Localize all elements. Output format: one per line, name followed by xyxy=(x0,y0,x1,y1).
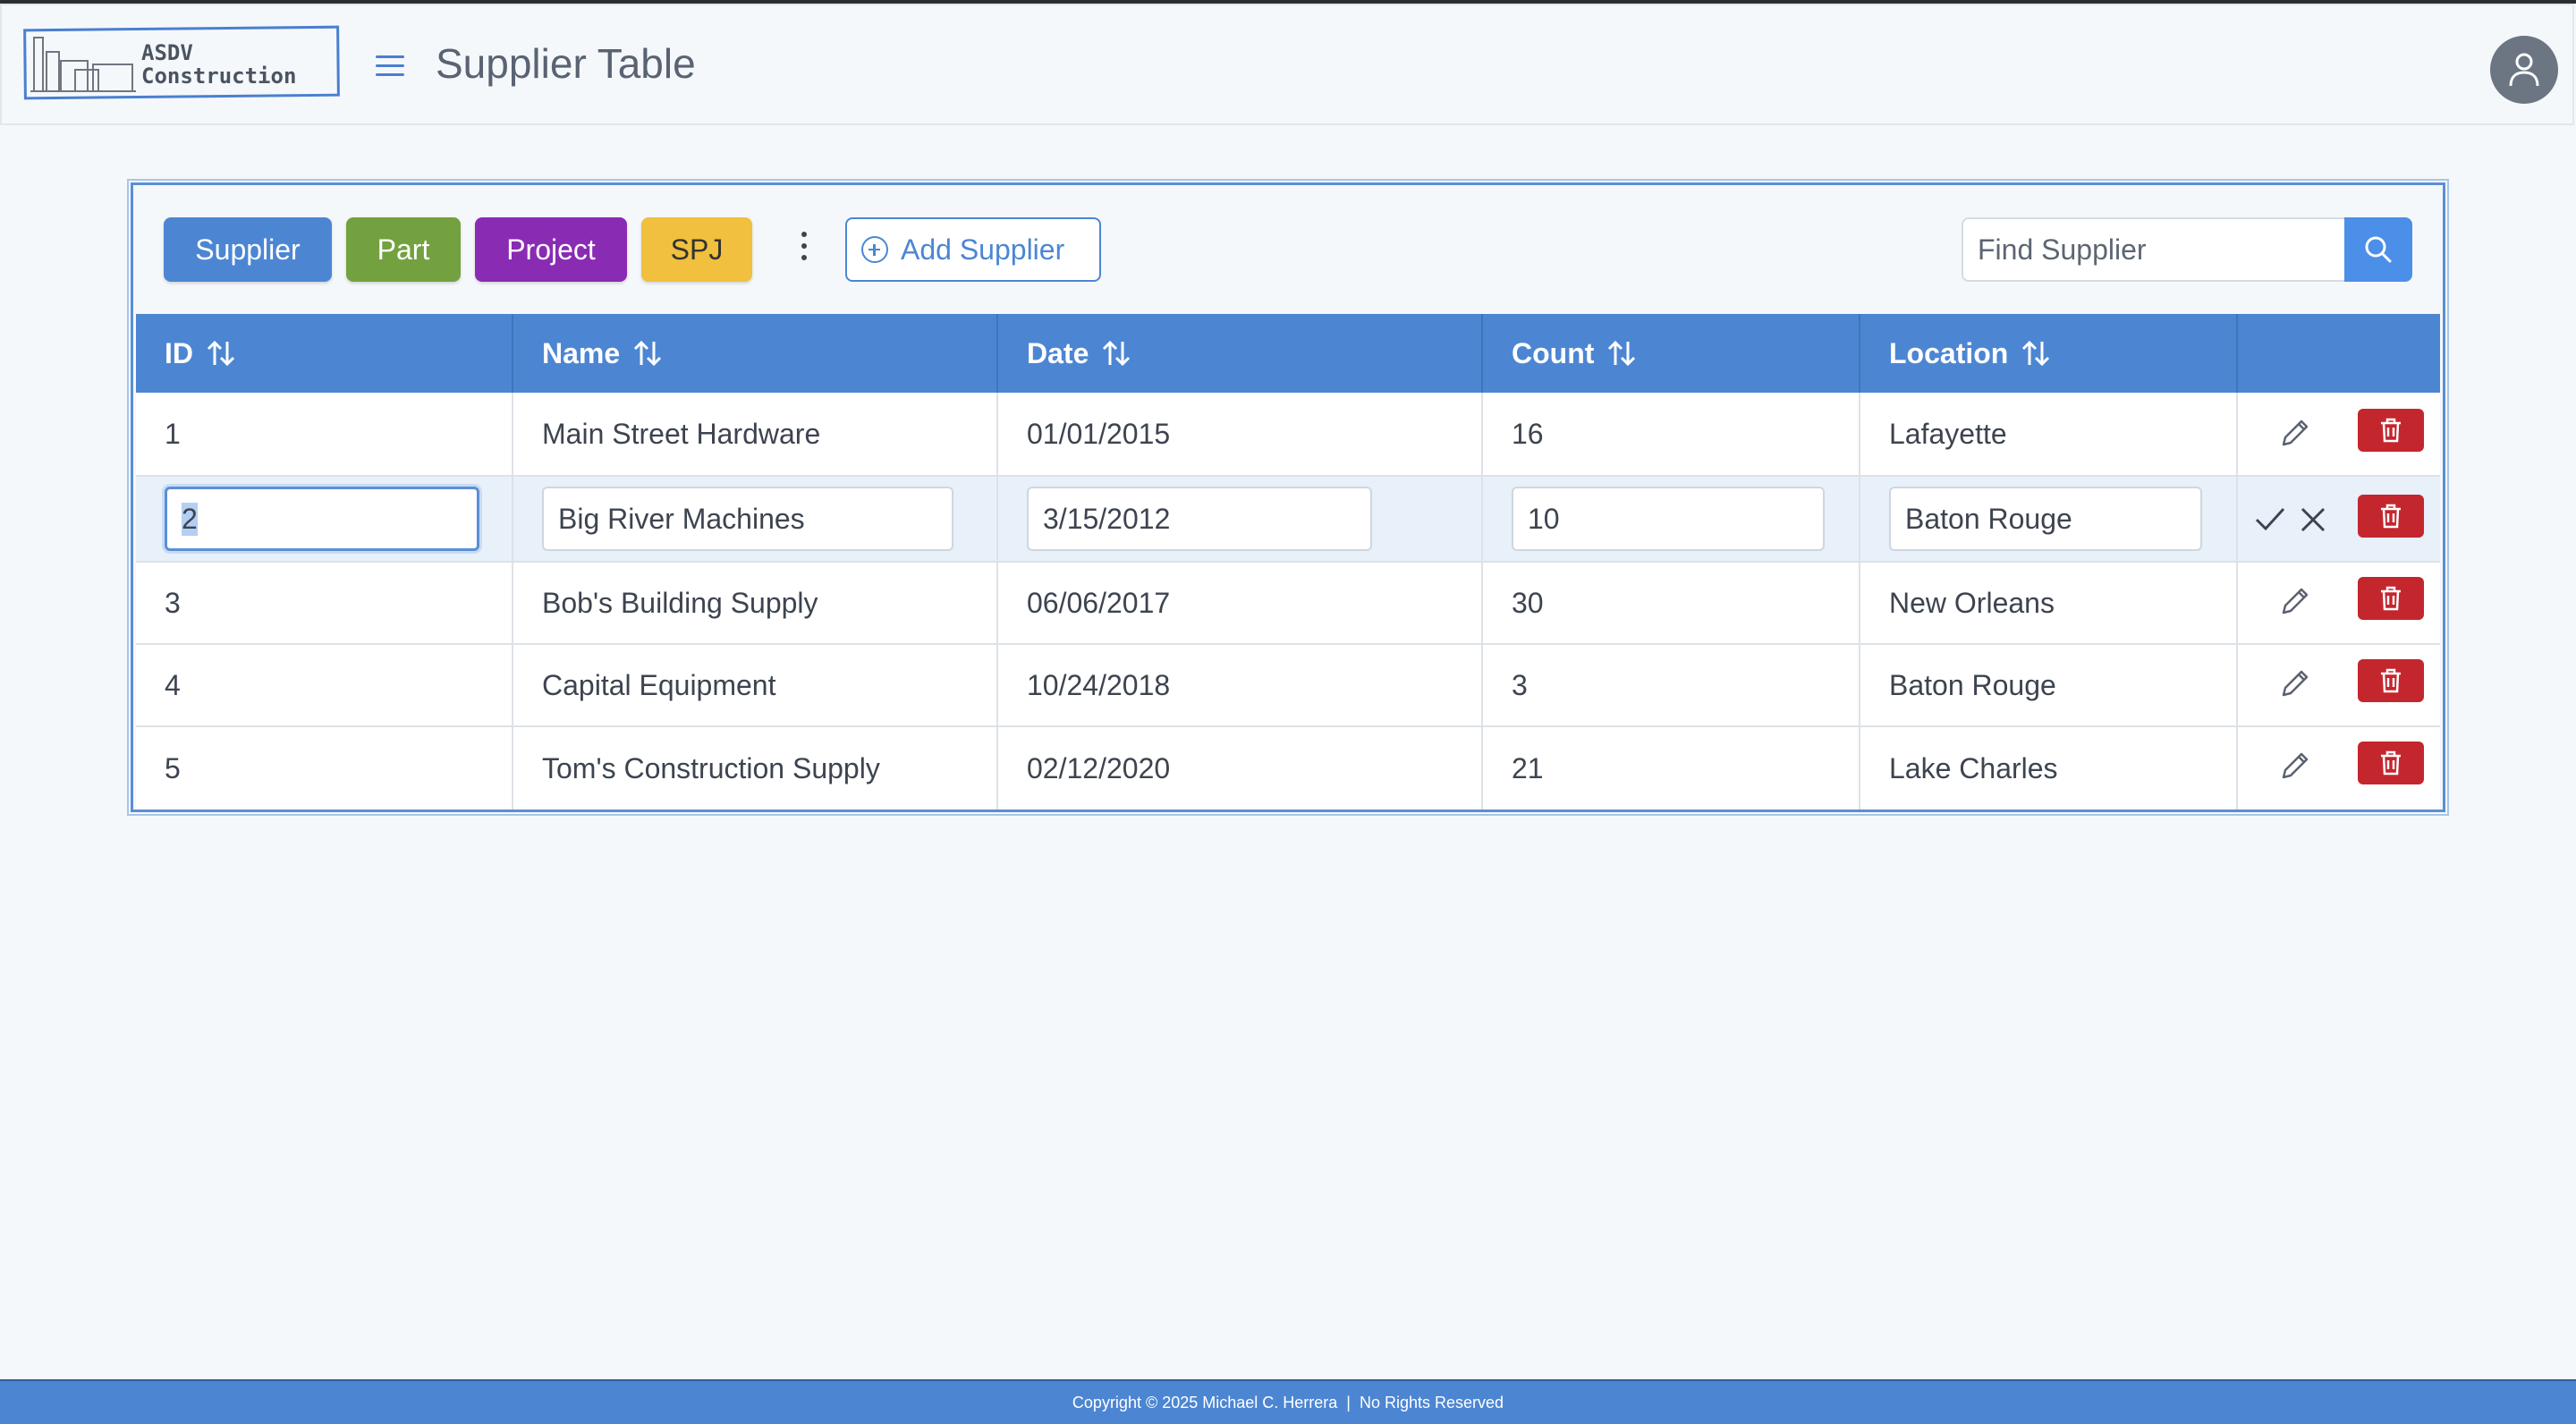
edit-pencil-icon[interactable] xyxy=(2276,584,2312,620)
cell-count: 16 xyxy=(1483,393,1860,475)
sort-icon[interactable] xyxy=(632,338,663,369)
tab-spj[interactable]: SPJ xyxy=(641,217,752,282)
column-header-id[interactable]: ID xyxy=(136,314,513,393)
logo-line-2: Construction xyxy=(141,64,297,89)
trash-icon xyxy=(2381,504,2401,529)
name-edit-input[interactable]: Big River Machines xyxy=(542,487,953,551)
sort-icon[interactable] xyxy=(2021,338,2051,369)
cell-location: New Orleans xyxy=(1860,563,2238,643)
footer: Copyright © 2025 Michael C. Herrera | No… xyxy=(0,1379,2576,1424)
add-supplier-label: Add Supplier xyxy=(901,233,1065,266)
cell-date: 3/15/2012 xyxy=(998,477,1483,561)
cell-name: Capital Equipment xyxy=(513,645,998,725)
edit-pencil-icon[interactable] xyxy=(2276,749,2312,784)
edit-pencil-icon[interactable] xyxy=(2276,666,2312,702)
cell-location: Baton Rouge xyxy=(1860,645,2238,725)
hamburger-menu-icon[interactable] xyxy=(376,55,408,82)
cell-name: Big River Machines xyxy=(513,477,998,561)
column-header-count[interactable]: Count xyxy=(1483,314,1860,393)
sort-icon[interactable] xyxy=(1101,338,1131,369)
trash-icon xyxy=(2381,750,2401,776)
trash-icon xyxy=(2381,418,2401,443)
table-row: 5 Tom's Construction Supply 02/12/2020 2… xyxy=(136,727,2440,809)
trash-icon xyxy=(2381,586,2401,611)
column-header-label: Count xyxy=(1512,336,1595,369)
column-header-label: Name xyxy=(542,336,621,369)
table-row-editing: 2 Big River Machines 3/15/2012 10 Baton … xyxy=(136,477,2440,563)
confirm-check-icon[interactable] xyxy=(2254,505,2286,534)
cell-name: Tom's Construction Supply xyxy=(513,727,998,809)
plus-circle-icon xyxy=(861,236,888,263)
cell-date: 02/12/2020 xyxy=(998,727,1483,809)
search-button[interactable] xyxy=(2344,217,2412,282)
date-edit-input[interactable]: 3/15/2012 xyxy=(1027,487,1372,551)
column-header-name[interactable]: Name xyxy=(513,314,998,393)
cell-location: Lafayette xyxy=(1860,393,2238,475)
cell-count: 3 xyxy=(1483,645,1860,725)
table-row: 1 Main Street Hardware 01/01/2015 16 Laf… xyxy=(136,393,2440,477)
cell-count: 30 xyxy=(1483,563,1860,643)
page-title: Supplier Table xyxy=(436,40,696,87)
tab-supplier[interactable]: Supplier xyxy=(164,217,332,282)
delete-button[interactable] xyxy=(2358,742,2424,784)
id-edit-value: 2 xyxy=(182,502,198,536)
column-header-label: Location xyxy=(1889,336,2009,369)
company-logo[interactable]: ASDV Construction xyxy=(21,25,343,102)
column-header-location[interactable]: Location xyxy=(1860,314,2238,393)
delete-button[interactable] xyxy=(2358,577,2424,620)
toolbar: Supplier Part Project SPJ Add Supplier xyxy=(133,185,2443,314)
cell-count: 10 xyxy=(1483,477,1860,561)
delete-button[interactable] xyxy=(2358,659,2424,702)
cell-date: 01/01/2015 xyxy=(998,393,1483,475)
sort-icon[interactable] xyxy=(206,338,236,369)
cell-location: Baton Rouge xyxy=(1860,477,2238,561)
delete-button[interactable] xyxy=(2358,409,2424,452)
tab-project[interactable]: Project xyxy=(475,217,627,282)
delete-button[interactable] xyxy=(2358,495,2424,538)
search-icon xyxy=(2365,236,2392,263)
cell-id: 2 xyxy=(136,477,513,561)
column-header-label: Date xyxy=(1027,336,1089,369)
copyright-text: Copyright © 2025 Michael C. Herrera | No… xyxy=(1072,1393,1504,1411)
column-header-actions xyxy=(2238,314,2440,393)
column-header-date[interactable]: Date xyxy=(998,314,1483,393)
logo-line-1: ASDV xyxy=(141,40,193,65)
cell-count: 21 xyxy=(1483,727,1860,809)
edit-pencil-icon[interactable] xyxy=(2276,416,2312,452)
cell-id: 1 xyxy=(136,393,513,475)
user-icon xyxy=(2509,53,2539,87)
id-edit-input[interactable]: 2 xyxy=(165,487,479,551)
cell-name: Main Street Hardware xyxy=(513,393,998,475)
table-row: 4 Capital Equipment 10/24/2018 3 Baton R… xyxy=(136,645,2440,727)
user-avatar[interactable] xyxy=(2490,36,2558,104)
cell-id: 4 xyxy=(136,645,513,725)
logo-text: ASDV Construction xyxy=(141,41,296,88)
table-row: 3 Bob's Building Supply 06/06/2017 30 Ne… xyxy=(136,563,2440,645)
add-supplier-button[interactable]: Add Supplier xyxy=(845,217,1101,282)
cell-date: 06/06/2017 xyxy=(998,563,1483,643)
sort-icon[interactable] xyxy=(1606,338,1637,369)
count-edit-input[interactable]: 10 xyxy=(1512,487,1825,551)
supplier-panel: Supplier Part Project SPJ Add Supplier I… xyxy=(127,179,2449,816)
tab-part[interactable]: Part xyxy=(346,217,461,282)
location-edit-input[interactable]: Baton Rouge xyxy=(1889,487,2202,551)
cell-location: Lake Charles xyxy=(1860,727,2238,809)
more-options-icon[interactable] xyxy=(795,232,813,267)
column-header-label: ID xyxy=(165,336,193,369)
cell-name: Bob's Building Supply xyxy=(513,563,998,643)
trash-icon xyxy=(2381,668,2401,693)
cancel-x-icon[interactable] xyxy=(2299,505,2327,534)
cell-id: 3 xyxy=(136,563,513,643)
app-header: ASDV Construction Supplier Table xyxy=(0,4,2574,125)
cell-date: 10/24/2018 xyxy=(998,645,1483,725)
cell-id: 5 xyxy=(136,727,513,809)
search-input[interactable] xyxy=(1962,217,2346,282)
table-header-row: ID Name Date Count Location xyxy=(136,314,2440,393)
